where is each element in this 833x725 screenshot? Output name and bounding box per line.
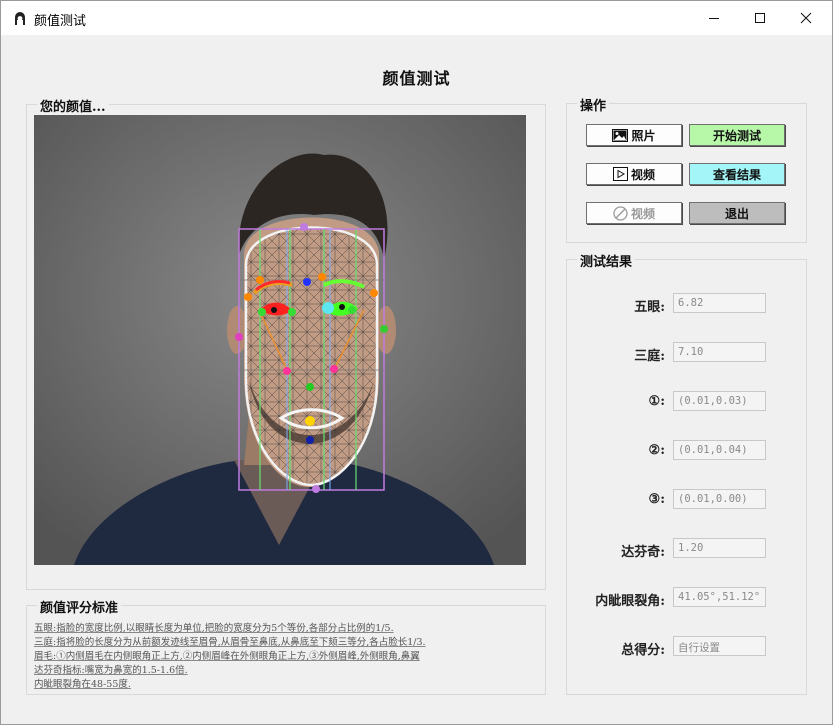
result-field-brow-1[interactable]: (0.01,0.03) xyxy=(673,391,766,411)
photo-legend: 您的颜值... xyxy=(37,96,109,115)
standard-line-three-courts: 三庭:指将脸的长度分为从前额发迹线至眉骨,从眉骨至鼻底,从鼻底至下颏三等分,各占… xyxy=(34,637,426,648)
result-label-brow-1: ①: xyxy=(648,394,665,409)
image-icon xyxy=(612,128,629,142)
play-icon xyxy=(612,167,628,181)
minimize-button[interactable] xyxy=(691,1,737,35)
close-button[interactable] xyxy=(783,1,829,35)
result-label-brow-3: ③: xyxy=(648,492,665,507)
exit-button[interactable]: 退出 xyxy=(689,202,785,224)
app-window: 颜值测试 颜值测试 您的颜值... 操作 照片 开始测试 视频 查看结果 视频 … xyxy=(0,0,833,725)
result-field-brow-3[interactable]: (0.01,0.00) xyxy=(673,489,766,509)
result-label-total-score: 总得分: xyxy=(621,643,665,658)
video-button[interactable]: 视频 xyxy=(586,163,682,185)
standard-line-five-eyes: 五眼:指脸的宽度比例,以眼睛长度为单位,把脸的宽度分为5个等份,各部分占比例的1… xyxy=(34,623,394,634)
result-label-brow-2: ②: xyxy=(648,443,665,458)
results-legend: 测试结果 xyxy=(577,251,636,270)
standard-line-brows: 眉毛:①内侧眉毛在内侧眼角正上方,②内侧眉峰在外侧眼角正上方,③外侧眉峰,外侧眼… xyxy=(34,651,420,662)
standards-legend: 颜值评分标准 xyxy=(37,597,122,616)
maximize-button[interactable] xyxy=(737,1,783,35)
standard-line-canthal-angle: 内眦眼裂角在48-55度. xyxy=(34,679,131,690)
result-field-da-vinci[interactable]: 1.20 xyxy=(673,538,766,558)
view-results-button-label: 查看结果 xyxy=(712,167,761,182)
video-button-label: 视频 xyxy=(630,167,655,182)
photo-button-label: 照片 xyxy=(631,128,656,143)
camera-button-label: 视频 xyxy=(630,206,655,221)
start-test-button-label: 开始测试 xyxy=(712,128,761,143)
standard-line-da-vinci: 达芬奇指标:嘴宽为鼻宽的1.5-1.6倍. xyxy=(34,665,188,676)
minimize-icon xyxy=(709,18,719,19)
page-title: 颜值测试 xyxy=(382,69,451,88)
result-label-three-courts: 三庭: xyxy=(634,349,665,364)
result-field-total-score[interactable]: 自行设置 xyxy=(673,636,766,656)
face-photo xyxy=(34,115,526,565)
result-field-five-eyes[interactable]: 6.82 xyxy=(673,293,766,313)
exit-button-label: 退出 xyxy=(724,206,749,221)
operations-legend: 操作 xyxy=(577,95,610,114)
results-groupbox: 测试结果 xyxy=(566,251,807,695)
result-label-canthal-angle: 内眦眼裂角: xyxy=(595,594,665,609)
result-label-five-eyes: 五眼: xyxy=(634,300,665,315)
title-bar: 颜值测试 xyxy=(1,1,832,35)
app-person-icon xyxy=(12,10,28,26)
window-title: 颜值测试 xyxy=(34,14,87,29)
close-icon xyxy=(800,12,812,24)
result-field-three-courts[interactable]: 7.10 xyxy=(673,342,766,362)
maximize-icon xyxy=(755,13,765,23)
standards-text: 五眼:指脸的宽度比例,以眼睛长度为单位,把脸的宽度分为5个等份,各部分占比例的1… xyxy=(34,622,525,692)
camera-button[interactable]: 视频 xyxy=(586,202,682,224)
result-field-brow-2[interactable]: (0.01,0.04) xyxy=(673,440,766,460)
result-label-da-vinci: 达芬奇: xyxy=(621,545,665,560)
photo-button[interactable]: 照片 xyxy=(586,124,682,146)
no-video-icon xyxy=(613,205,628,221)
view-results-button[interactable]: 查看结果 xyxy=(689,163,785,185)
start-test-button[interactable]: 开始测试 xyxy=(689,124,785,146)
result-field-canthal-angle[interactable]: 41.05°,51.12° xyxy=(673,587,766,607)
